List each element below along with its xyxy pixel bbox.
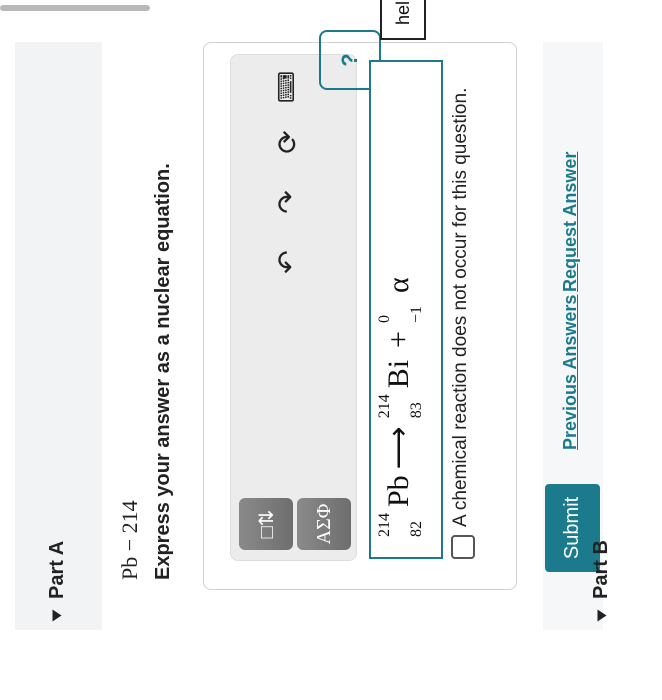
help-button-label: ? — [337, 53, 362, 67]
templates-button-label: □⇅ — [255, 509, 278, 539]
part-a-label: Part A — [45, 540, 68, 599]
no-reaction-option[interactable]: A chemical reaction does not occur for t… — [449, 39, 475, 559]
reaction-arrow: ⟶ — [382, 426, 415, 470]
rotated-content-panel: Part A Pb − 214 Express your answer as a… — [15, 0, 612, 630]
symbols-button-label: ΑΣΦ — [312, 503, 335, 545]
part-b-label: Part B — [590, 540, 612, 599]
product2-atomic: −1 — [407, 305, 425, 324]
redo-icon[interactable]: ↷ — [269, 184, 305, 220]
previous-answers-link[interactable]: Previous Answers — [560, 295, 581, 450]
collapse-caret-icon — [597, 609, 606, 622]
page: Part A Pb − 214 Express your answer as a… — [0, 0, 662, 700]
reset-icon[interactable]: ⟳ — [269, 124, 305, 160]
no-reaction-label: A chemical reaction does not occur for t… — [450, 87, 471, 527]
isotope-label: Pb − 214 — [117, 500, 142, 580]
product1-nuclide: 214 83 Bi — [376, 360, 425, 418]
reactant-mass: 214 — [375, 513, 393, 537]
undo-icon[interactable]: ↶ — [269, 244, 305, 280]
reactant-atomic: 82 — [407, 521, 425, 537]
help-tooltip: help — [380, 0, 426, 40]
product1-atomic: 83 — [407, 402, 425, 419]
request-answer-link[interactable]: Request Answer — [560, 152, 581, 292]
equation-toolbar: □⇅ ΑΣΦ ↶ ↷ ⟳ ⌨ ? help — [230, 0, 426, 561]
nuclear-equation: 214 82 Pb ⟶ 214 83 Bi + 0 −1 α — [376, 273, 425, 537]
no-reaction-checkbox[interactable] — [451, 535, 475, 559]
product2-nuclide: 0 −1 α — [376, 277, 425, 323]
submit-label: Submit — [561, 496, 583, 560]
top-scroll-indicator — [0, 5, 150, 11]
templates-button[interactable]: □⇅ — [239, 498, 293, 550]
product1-mass: 214 — [375, 394, 393, 419]
part-b-header[interactable]: Part B — [590, 540, 613, 630]
reactant-nuclide: 214 82 Pb — [376, 475, 425, 537]
collapse-caret-icon — [52, 609, 62, 622]
keyboard-icon[interactable]: ⌨ — [269, 69, 305, 105]
symbols-button[interactable]: ΑΣΦ — [297, 498, 351, 550]
help-tooltip-label: help — [392, 0, 413, 26]
answer-box: □⇅ ΑΣΦ ↶ ↷ ⟳ ⌨ ? help 214 82 Pb ⟶ 214 83… — [203, 0, 517, 590]
plus-sign: + — [381, 331, 415, 348]
question-prompt: Express your answer as a nuclear equatio… — [152, 163, 174, 580]
product2-mass: 0 — [375, 315, 393, 324]
part-a-header[interactable]: Part A — [35, 541, 79, 630]
equation-input[interactable]: 214 82 Pb ⟶ 214 83 Bi + 0 −1 α — [369, 60, 443, 559]
